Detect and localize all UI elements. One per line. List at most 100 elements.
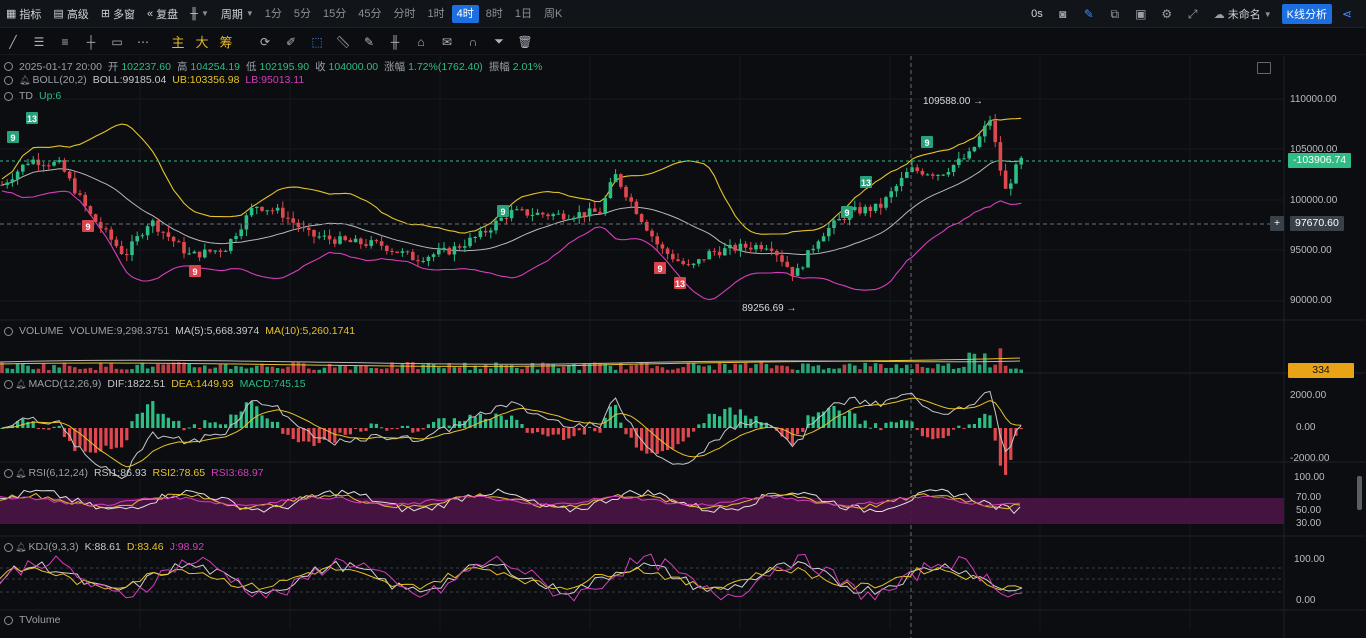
macd-histogram-bar bbox=[338, 428, 342, 433]
candle-body bbox=[291, 218, 295, 223]
volume-bar bbox=[322, 367, 327, 373]
macd-histogram-bar bbox=[707, 413, 711, 428]
k-analysis-button[interactable]: K线分析 bbox=[1281, 4, 1332, 24]
rsi-axis-label: 30.00 bbox=[1296, 518, 1322, 529]
volume-bar bbox=[114, 368, 119, 373]
candle-body bbox=[93, 214, 98, 223]
candle-body bbox=[915, 167, 919, 171]
volume-bar bbox=[255, 365, 259, 373]
timeframe-4[interactable]: 分时 bbox=[389, 5, 421, 23]
advanced-button[interactable]: ▤ 高级 bbox=[47, 0, 94, 28]
trendline-icon[interactable]: ╱ bbox=[0, 31, 26, 53]
macd-histogram-bar bbox=[894, 422, 898, 428]
collapse-icon[interactable] bbox=[4, 542, 13, 552]
candle-body bbox=[275, 207, 280, 211]
bell-icon[interactable]: 🔔︎ bbox=[19, 75, 30, 86]
timeframe-1[interactable]: 5分 bbox=[289, 5, 316, 23]
candle-body bbox=[265, 210, 269, 212]
volume-value: VOLUME:9,298.3751 bbox=[69, 325, 170, 337]
volume-bar bbox=[151, 366, 155, 373]
candle-body bbox=[223, 250, 228, 252]
layout-dropdown[interactable]: ☁ 未命名 ▼ bbox=[1208, 0, 1278, 28]
pen-icon[interactable]: ✎ bbox=[356, 31, 382, 53]
timeframe-7[interactable]: 8时 bbox=[481, 5, 508, 23]
volume-bar bbox=[795, 369, 800, 373]
select-icon[interactable]: ⬚ bbox=[304, 31, 330, 53]
candle-icon[interactable]: ╫ bbox=[382, 31, 408, 53]
volume-bar bbox=[1019, 369, 1023, 373]
candle-body bbox=[775, 250, 779, 256]
multi-window-button[interactable]: ⊞ 多窗 bbox=[95, 0, 141, 28]
filter-icon[interactable]: ⏷ bbox=[486, 31, 512, 53]
channel-icon[interactable]: ≡ bbox=[52, 31, 78, 53]
high-label: 高 bbox=[176, 61, 188, 73]
period-dropdown[interactable]: 周期 ▼ bbox=[215, 0, 260, 28]
chart-canvas[interactable]: 9 13 9 9 9 9 13 9 13 9 bbox=[0, 56, 1366, 638]
gear-icon[interactable]: ⚙ bbox=[1156, 3, 1178, 25]
expand-icon[interactable] bbox=[1257, 62, 1271, 74]
candle-body bbox=[26, 163, 30, 165]
fullscreen-icon[interactable]: ⤢ bbox=[1182, 3, 1204, 25]
hlines-icon[interactable]: ☰ bbox=[26, 31, 52, 53]
macd-histogram-bar bbox=[998, 428, 1002, 466]
replay-button[interactable]: «复盘 bbox=[141, 0, 184, 28]
save-icon[interactable]: ▣ bbox=[1130, 3, 1152, 25]
magnet-icon[interactable]: ∩ bbox=[460, 31, 486, 53]
timeframe-8[interactable]: 1日 bbox=[510, 5, 537, 23]
rect-icon[interactable]: ▭ bbox=[104, 31, 130, 53]
brush-icon[interactable]: ✐ bbox=[278, 31, 304, 53]
more-icon[interactable]: ⋯ bbox=[130, 31, 156, 53]
sync-icon[interactable]: ⟳ bbox=[252, 31, 278, 53]
collapse-icon[interactable] bbox=[4, 468, 13, 478]
volume-bar bbox=[416, 369, 420, 373]
timeframe-2[interactable]: 15分 bbox=[318, 5, 351, 23]
collapse-icon[interactable] bbox=[4, 379, 13, 389]
candle-body bbox=[525, 209, 529, 216]
bag-icon[interactable]: ⌂ bbox=[408, 31, 434, 53]
candle-body bbox=[785, 261, 789, 267]
macd-histogram-bar bbox=[432, 421, 436, 428]
volume-bar bbox=[764, 364, 769, 373]
bell-icon[interactable]: 🔔︎ bbox=[15, 468, 26, 479]
volume-bar bbox=[291, 362, 295, 373]
trash-icon[interactable]: 🗑︎ bbox=[512, 31, 538, 53]
volume-bar bbox=[343, 366, 347, 373]
scrollbar[interactable] bbox=[1357, 476, 1362, 510]
camera-icon[interactable]: ◙ bbox=[1052, 3, 1074, 25]
bell-icon[interactable]: 🔔︎ bbox=[15, 542, 26, 553]
cross-icon[interactable]: ┼ bbox=[78, 31, 104, 53]
macd-histogram-bar bbox=[790, 428, 794, 446]
ruler-icon[interactable]: 📏︎ bbox=[330, 31, 356, 53]
share-icon[interactable]: ⋖ bbox=[1336, 3, 1358, 25]
macd-histogram-bar bbox=[333, 428, 337, 443]
tool-6[interactable]: 主 bbox=[166, 31, 190, 53]
timeframe-9[interactable]: 周K bbox=[539, 5, 567, 23]
volume-bar bbox=[83, 368, 87, 373]
macd-histogram-bar bbox=[426, 424, 430, 428]
volume-bar bbox=[832, 368, 836, 373]
tool-7[interactable]: 大 bbox=[190, 31, 214, 53]
candle-body bbox=[130, 241, 134, 256]
collapse-icon[interactable] bbox=[4, 326, 13, 336]
collapse-icon[interactable] bbox=[4, 75, 13, 85]
macd-dea: DEA:1449.93 bbox=[171, 378, 234, 390]
collapse-icon[interactable] bbox=[4, 91, 13, 101]
volume-bar bbox=[99, 362, 103, 373]
chart-type-button[interactable]: ╫ ▼ bbox=[184, 0, 215, 28]
macd-histogram-bar bbox=[572, 428, 576, 437]
bell-icon[interactable]: 🔔︎ bbox=[15, 379, 26, 390]
timeframe-0[interactable]: 1分 bbox=[260, 5, 287, 23]
timeframe-5[interactable]: 1时 bbox=[423, 5, 450, 23]
tool-8[interactable]: 筹 bbox=[214, 31, 238, 53]
collapse-icon[interactable] bbox=[4, 615, 13, 625]
timeframe-6[interactable]: 4时 bbox=[451, 4, 479, 23]
add-alert-icon[interactable]: + bbox=[1270, 216, 1285, 231]
collapse-icon[interactable] bbox=[4, 62, 13, 71]
popout-icon[interactable]: ⧉ bbox=[1104, 3, 1126, 25]
edit-icon[interactable]: ✎ bbox=[1078, 3, 1100, 25]
candle-body bbox=[946, 172, 951, 175]
indicator-button[interactable]: ▦ 指标 bbox=[0, 0, 47, 28]
note-icon[interactable]: ✉ bbox=[434, 31, 460, 53]
td-marker-label: 9 bbox=[500, 207, 505, 217]
timeframe-3[interactable]: 45分 bbox=[353, 5, 386, 23]
